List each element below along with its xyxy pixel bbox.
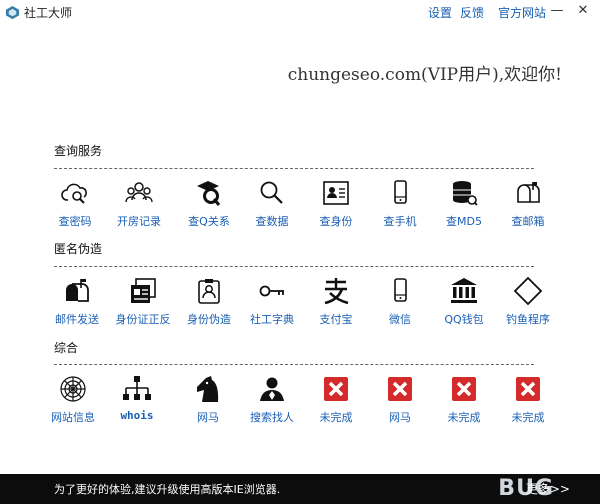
tool-qq-relations[interactable]: 查Q关系 <box>177 178 241 234</box>
app-logo-icon <box>5 5 20 20</box>
tool-unfinished-3[interactable]: 未完成 <box>496 374 560 430</box>
mail-send-icon <box>66 279 89 302</box>
tool-send-mail[interactable]: 邮件发送 <box>45 276 109 332</box>
minimize-button[interactable]: — <box>544 0 570 22</box>
tool-trojan[interactable]: 网马 <box>176 374 240 430</box>
section-divider <box>54 266 534 267</box>
red-x-icon <box>388 377 412 401</box>
close-button[interactable]: ✕ <box>570 0 596 22</box>
red-x-icon <box>452 377 476 401</box>
diamond-icon <box>513 276 543 306</box>
tool-label: 邮件发送 <box>55 313 99 326</box>
network-tree-icon <box>123 376 151 400</box>
tool-label: 查邮箱 <box>511 215 545 228</box>
title-bar: 社工大师 设置 反馈 官方网站 — ✕ <box>0 0 600 24</box>
section-title-query: 查询服务 <box>54 144 103 158</box>
tool-wechat[interactable]: 微信 <box>368 276 432 332</box>
red-x-icon <box>324 377 348 401</box>
tool-label: 开房记录 <box>117 215 161 228</box>
tool-phishing[interactable]: 钓鱼程序 <box>496 276 560 332</box>
tool-identity-forgery[interactable]: 身份伪造 <box>177 276 241 332</box>
bank-icon <box>451 278 477 303</box>
tool-qq-wallet[interactable]: QQ钱包 <box>432 276 496 332</box>
tool-whois[interactable]: whois <box>105 374 169 430</box>
tool-label: 未完成 <box>511 411 545 424</box>
id-documents-icon <box>131 278 156 303</box>
cloud-search-icon <box>61 183 87 204</box>
tool-label: 钓鱼程序 <box>506 313 550 326</box>
mobile-phone-icon <box>394 278 407 302</box>
tool-check-identity[interactable]: 查身份 <box>304 178 368 234</box>
tool-search-person[interactable]: 搜索找人 <box>240 374 304 430</box>
people-group-icon <box>125 182 153 203</box>
app-title: 社工大师 <box>24 6 73 20</box>
tool-trojan-2[interactable]: 网马 <box>368 374 432 430</box>
tool-unfinished-1[interactable]: 未完成 <box>304 374 368 430</box>
tool-label: 身份证正反 <box>115 313 171 326</box>
mailbox-icon <box>517 182 540 203</box>
horse-head-icon <box>197 376 219 402</box>
key-icon <box>259 285 284 297</box>
tool-label: whois <box>120 409 154 422</box>
mobile-phone-icon <box>394 180 407 204</box>
settings-link[interactable]: 设置 <box>428 4 452 21</box>
spider-web-icon <box>60 376 86 402</box>
badge-person-icon <box>198 279 220 304</box>
tool-alipay[interactable]: 支付宝 <box>304 276 368 332</box>
magnifier-icon <box>260 181 283 204</box>
welcome-message: chungeseo.com(VIP用户),欢迎你! <box>287 65 562 85</box>
red-x-icon <box>516 377 540 401</box>
feedback-link[interactable]: 反馈 <box>460 4 484 21</box>
alipay-icon <box>324 278 349 305</box>
section-divider <box>54 364 534 365</box>
person-search-icon <box>260 377 284 401</box>
tool-check-data[interactable]: 查数据 <box>240 178 304 234</box>
graduation-q-icon <box>197 181 221 206</box>
more-link[interactable]: 更多>> <box>526 480 570 497</box>
tool-check-mailbox[interactable]: 查邮箱 <box>496 178 560 234</box>
footer-bar: 为了更好的体验,建议升级使用高版本IE浏览器. BUG 更多>> <box>0 474 600 504</box>
tool-room-records[interactable]: 开房记录 <box>107 178 171 234</box>
tool-check-md5[interactable]: 查MD5 <box>432 178 496 234</box>
section-title-misc: 综合 <box>54 341 79 355</box>
browser-upgrade-notice: 为了更好的体验,建议升级使用高版本IE浏览器. <box>54 483 281 496</box>
section-divider <box>54 168 534 169</box>
official-site-link[interactable]: 官方网站 <box>498 4 546 21</box>
tool-check-phone[interactable]: 查手机 <box>368 178 432 234</box>
tool-check-password[interactable]: 查密码 <box>43 178 107 234</box>
tool-unfinished-2[interactable]: 未完成 <box>432 374 496 430</box>
id-card-icon <box>323 181 349 205</box>
database-icon <box>453 181 478 206</box>
tool-dictionary[interactable]: 社工字典 <box>240 276 304 332</box>
tool-id-card-front-back[interactable]: 身份证正反 <box>111 276 175 332</box>
tool-site-info[interactable]: 网站信息 <box>41 374 105 430</box>
section-title-forge: 匿名伪造 <box>54 242 103 256</box>
